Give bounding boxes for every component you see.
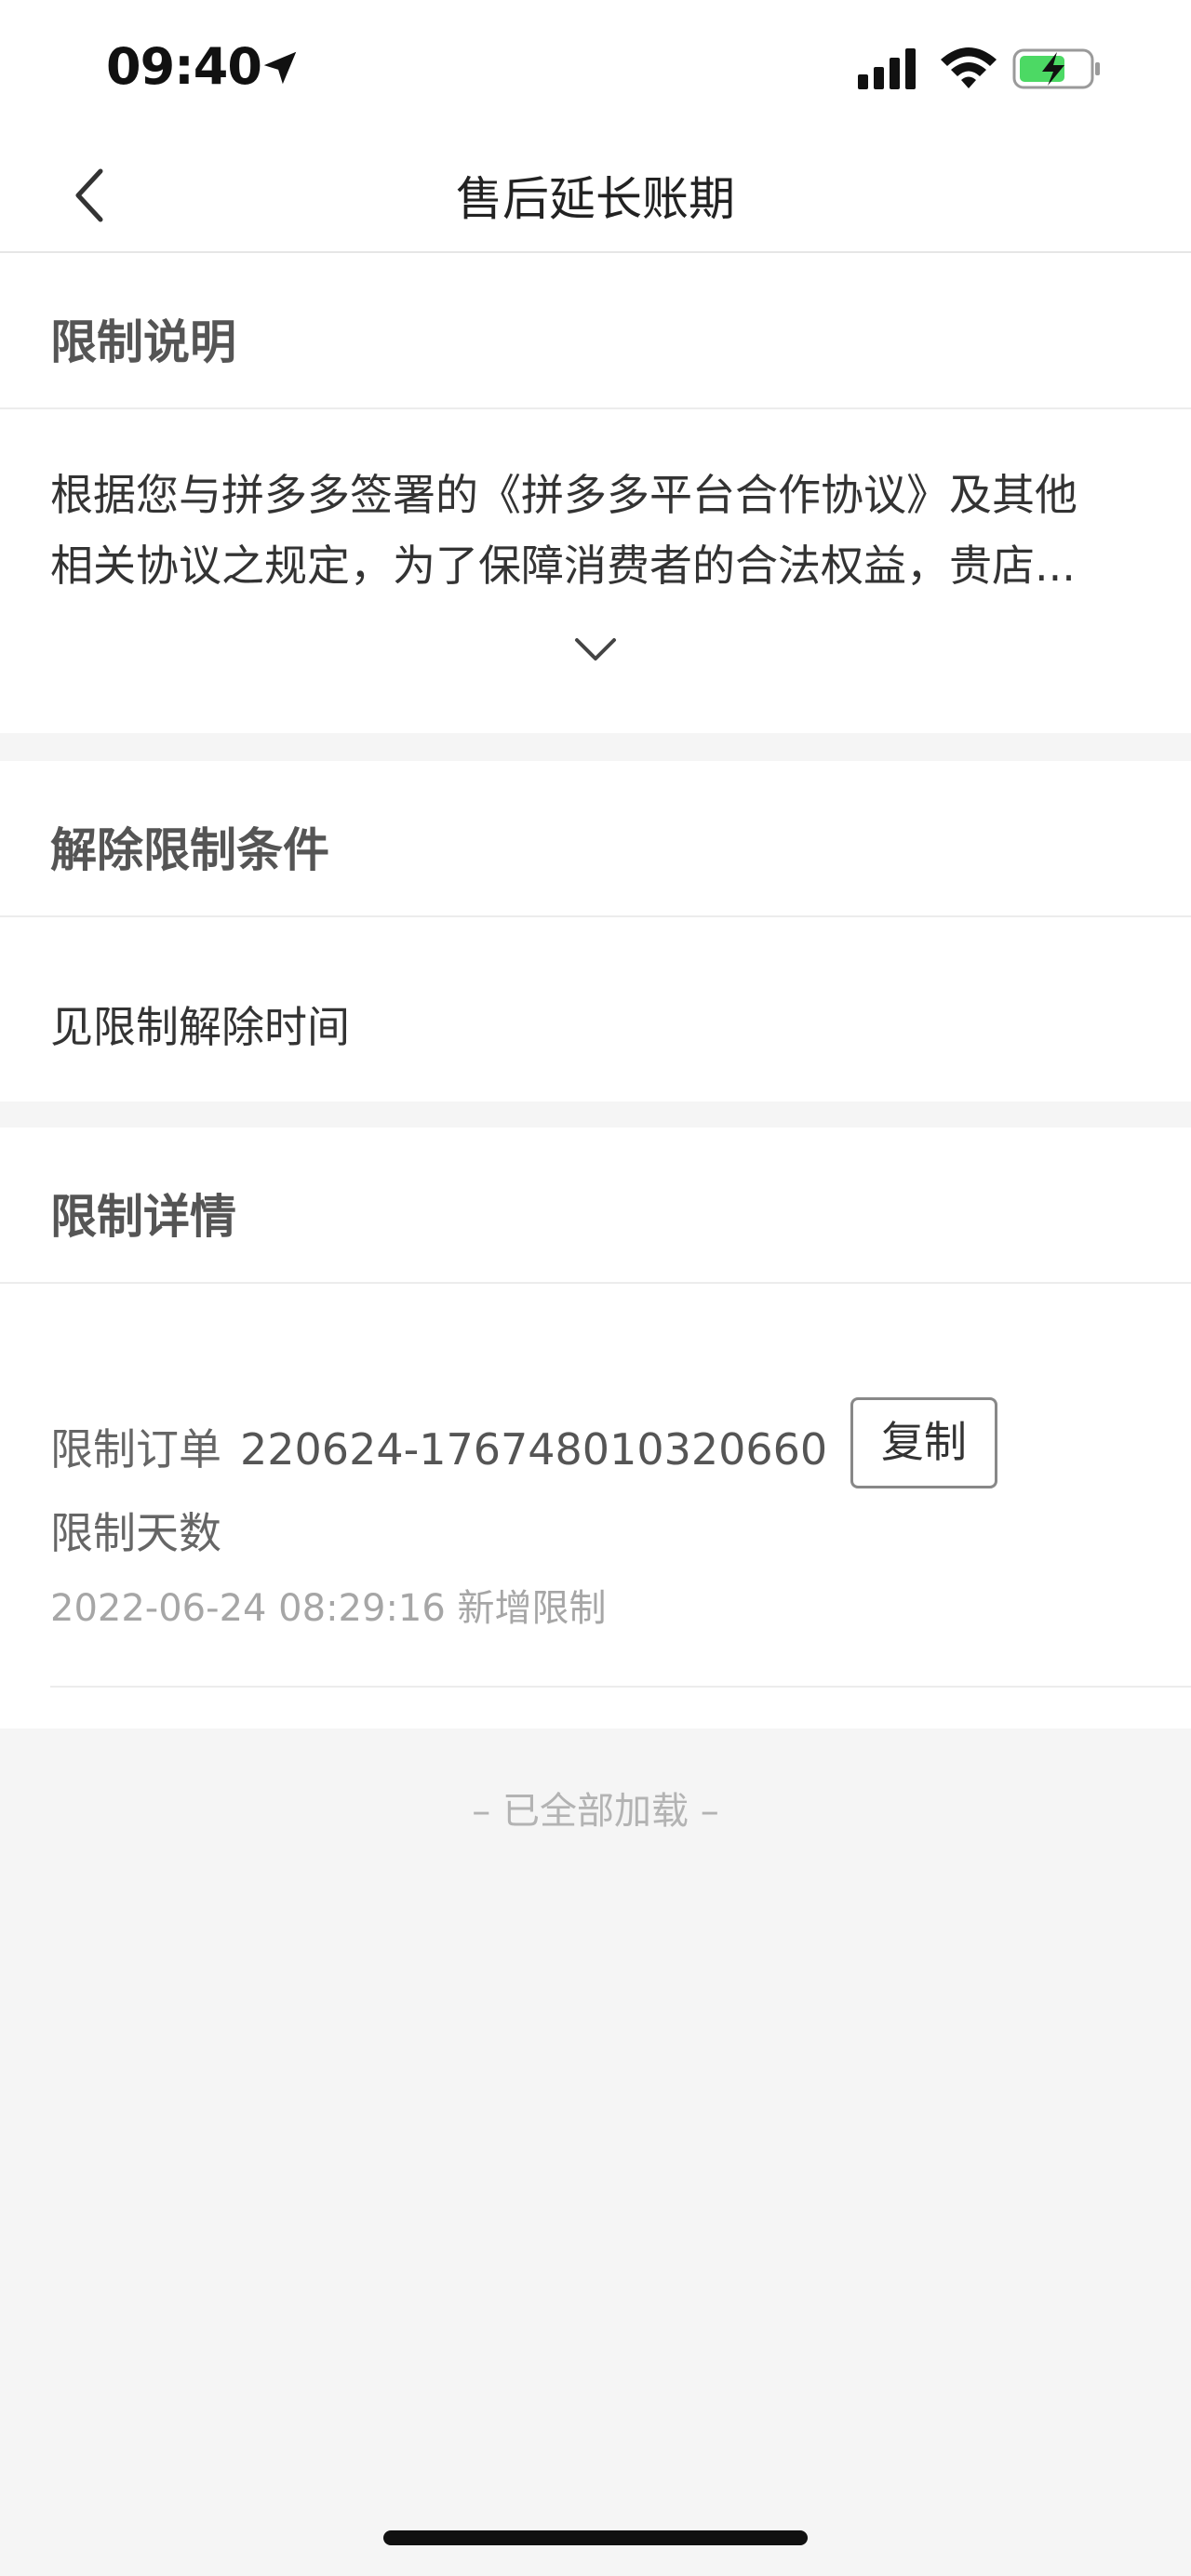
restricted-days-label: 限制天数 <box>50 1508 221 1558</box>
section-title-restriction-description: 限制说明 <box>50 315 236 369</box>
page-title: 售后延长账期 <box>456 172 735 226</box>
all-loaded-footer: – 已全部加载 – <box>472 1790 719 1833</box>
restricted-order-number: 220624-176748010320660 <box>240 1424 828 1475</box>
divider <box>50 1686 1191 1688</box>
copy-button[interactable]: 复制 <box>850 1397 997 1488</box>
restricted-order-label: 限制订单 <box>50 1424 221 1475</box>
restriction-description-text: 根据您与拼多多签署的《拼多多平台合作协议》及其他 相关协议之规定，为了保障消费者… <box>50 460 1148 601</box>
nav-bar: 售后延长账期 <box>0 140 1191 253</box>
battery-charging-icon <box>1012 48 1100 89</box>
section-title-unlock-conditions: 解除限制条件 <box>50 823 329 877</box>
description-line-1: 根据您与拼多多签署的《拼多多平台合作协议》及其他 <box>50 470 1077 520</box>
status-bar: 09:40 <box>0 0 1191 140</box>
restricted-order-row: 限制订单 220624-176748010320660 <box>50 1416 827 1477</box>
location-arrow-icon <box>263 51 297 85</box>
section-header: 限制说明 <box>0 253 1191 409</box>
section-title-restriction-details: 限制详情 <box>50 1190 236 1244</box>
description-line-2: 相关协议之规定，为了保障消费者的合法权益，贵店... <box>50 541 1076 591</box>
signal-icon <box>858 48 916 89</box>
wifi-icon <box>941 47 997 88</box>
section-header: 限制详情 <box>0 1128 1191 1284</box>
status-time: 09:40 <box>106 37 262 96</box>
unlock-conditions-text: 见限制解除时间 <box>50 1002 350 1052</box>
section-header: 解除限制条件 <box>0 761 1191 917</box>
page: 09:40 售后延长账期 限制说明 根据您与拼多多签署的《拼多多平台合作协议》及… <box>0 0 1191 2576</box>
restriction-timestamp: 2022-06-24 08:29:16 新增限制 <box>50 1587 607 1630</box>
home-indicator <box>383 2530 808 2545</box>
expand-chevron-down-icon[interactable] <box>571 631 620 668</box>
